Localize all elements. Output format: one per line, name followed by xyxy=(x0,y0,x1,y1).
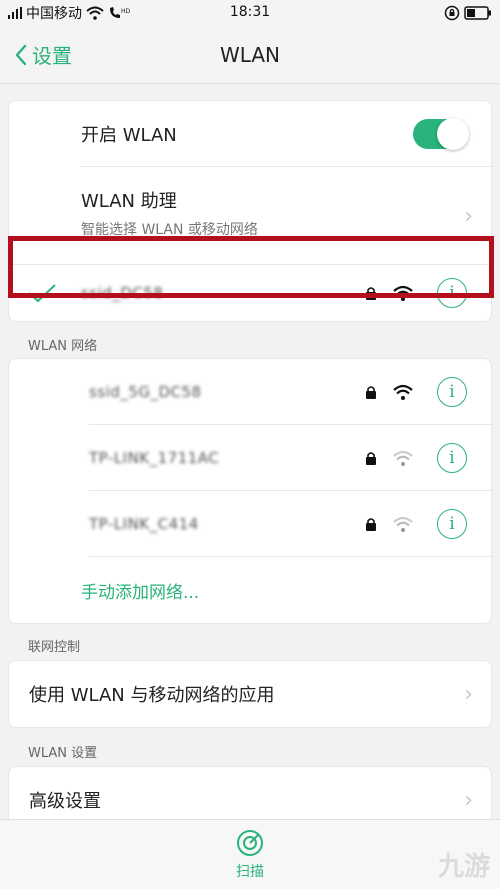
signal-icon xyxy=(8,7,22,19)
watermark-logo: 九游 xyxy=(437,852,490,882)
wlan-assistant-row[interactable]: WLAN 助理 智能选择 WLAN 或移动网络 › xyxy=(9,167,491,265)
connected-network-name: ssid_DC58 xyxy=(81,284,164,302)
scan-icon xyxy=(237,829,263,856)
back-button[interactable]: 设置 xyxy=(0,40,72,69)
wlan-toggle-row[interactable]: 开启 WLAN xyxy=(9,101,491,167)
network-info-icon[interactable]: i xyxy=(437,278,467,308)
navigation-bar: 设置 WLAN xyxy=(0,26,500,84)
wlan-settings-header: WLAN 设置 xyxy=(28,745,98,761)
wifi-weak-icon xyxy=(393,450,413,466)
wlan-apps-label: 使用 WLAN 与移动网络的应用 xyxy=(29,685,275,706)
network-info-icon[interactable]: i xyxy=(437,443,467,473)
wlan-assistant-subtitle: 智能选择 WLAN 或移动网络 xyxy=(81,222,258,238)
network-item[interactable]: TP-LINK_C414 i xyxy=(9,491,491,557)
advanced-settings-label: 高级设置 xyxy=(29,791,101,812)
network-control-header: 联网控制 xyxy=(28,639,81,655)
status-bar: 中国移动 HD 18:31 xyxy=(0,0,500,26)
checkmark-icon xyxy=(28,284,56,303)
wifi-strong-icon xyxy=(393,384,413,400)
chevron-right-icon: › xyxy=(464,203,473,229)
wlan-assistant-title: WLAN 助理 xyxy=(81,191,177,212)
lock-icon xyxy=(366,287,376,300)
wifi-status-icon xyxy=(86,6,104,20)
chevron-right-icon: › xyxy=(464,787,473,813)
network-name: TP-LINK_1711AC xyxy=(89,449,220,467)
wlan-main-card: 开启 WLAN WLAN 助理 智能选择 WLAN 或移动网络 › ssid_D… xyxy=(8,100,492,322)
wlan-toggle-label: 开启 WLAN xyxy=(81,125,177,146)
network-item[interactable]: ssid_5G_DC58 i xyxy=(9,359,491,425)
wlan-networks-card: ssid_5G_DC58 i TP-LINK_1711AC i TP-LINK_… xyxy=(8,358,492,624)
toggle-knob xyxy=(437,118,469,150)
lock-icon xyxy=(366,452,376,465)
scan-label: 扫描 xyxy=(236,863,264,880)
network-item[interactable]: TP-LINK_1711AC i xyxy=(9,425,491,491)
bottom-bar: 扫描 九游 xyxy=(0,819,500,889)
wlan-networks-header: WLAN 网络 xyxy=(28,338,98,354)
carrier-name: 中国移动 xyxy=(26,6,82,22)
wlan-apps-row[interactable]: 使用 WLAN 与移动网络的应用 › xyxy=(9,661,491,727)
wifi-weak-icon xyxy=(393,516,413,532)
lock-icon xyxy=(366,386,376,399)
page-title: WLAN xyxy=(219,42,281,67)
rotation-lock-icon xyxy=(444,5,460,21)
wlan-toggle-switch[interactable] xyxy=(413,118,469,150)
chevron-right-icon: › xyxy=(464,681,473,707)
battery-icon xyxy=(464,6,491,20)
network-name: ssid_5G_DC58 xyxy=(89,383,202,401)
chevron-left-icon xyxy=(15,44,27,65)
network-control-card: 使用 WLAN 与移动网络的应用 › xyxy=(8,660,492,728)
add-network-row[interactable]: 手动添加网络... xyxy=(9,557,491,623)
svg-text:HD: HD xyxy=(121,8,130,15)
connected-network-row[interactable]: ssid_DC58 i xyxy=(9,265,491,321)
lock-icon xyxy=(366,518,376,531)
back-label: 设置 xyxy=(32,44,72,68)
add-network-link[interactable]: 手动添加网络... xyxy=(81,578,199,603)
wifi-strong-icon xyxy=(393,285,413,301)
network-name: TP-LINK_C414 xyxy=(89,515,199,533)
network-info-icon[interactable]: i xyxy=(437,509,467,539)
network-info-icon[interactable]: i xyxy=(437,377,467,407)
scan-button[interactable]: 扫描 xyxy=(236,829,264,881)
hd-call-icon: HD xyxy=(110,7,130,18)
